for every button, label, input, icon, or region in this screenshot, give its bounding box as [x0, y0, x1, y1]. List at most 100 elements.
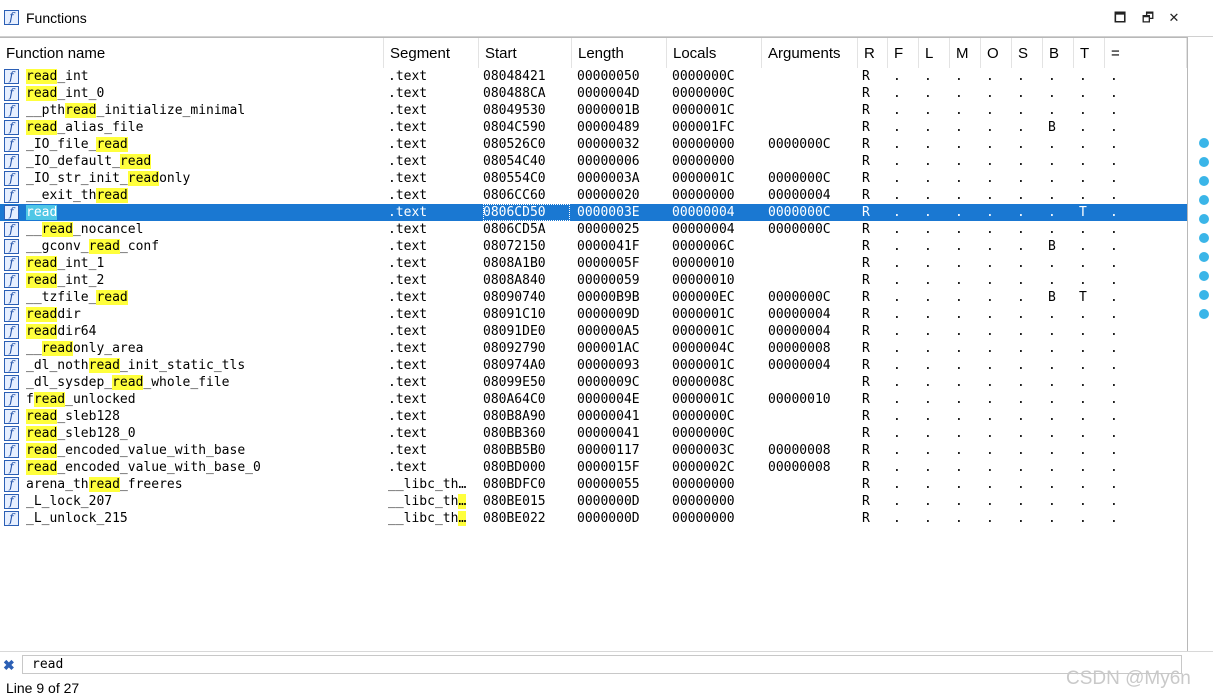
rail-dot[interactable]	[1199, 157, 1209, 167]
table-row[interactable]: f _dl_nothread_init_static_tls .text 080974…	[0, 357, 1187, 374]
flag-=: .	[1110, 86, 1118, 101]
column-header-6[interactable]: R	[858, 38, 888, 68]
name-part: _encoded_value_with_base_0	[57, 460, 261, 475]
clear-search-icon[interactable]: ✖	[3, 657, 15, 674]
column-header-9[interactable]: M	[950, 38, 981, 68]
search-match: read	[26, 443, 58, 458]
column-header-10[interactable]: O	[981, 38, 1012, 68]
segment: .text	[388, 222, 428, 237]
function-icon: f	[4, 273, 19, 288]
length: 0000009D	[577, 307, 640, 322]
locals: 0000008C	[672, 375, 735, 390]
name-part: _int_2	[57, 273, 105, 288]
column-header-14[interactable]: =	[1105, 38, 1187, 68]
rail-dot[interactable]	[1199, 138, 1209, 148]
rail-dot[interactable]	[1199, 214, 1209, 224]
table-row[interactable]: f _IO_str_init_readonly .text 080554C0 00000…	[0, 170, 1187, 187]
table-row[interactable]: f fread_unlocked .text 080A64C0 0000004E 0000…	[0, 391, 1187, 408]
restore-icon[interactable]: 🗗	[1138, 8, 1158, 28]
table-row[interactable]: f read .text 0806CD50 0000003E 00000004 000000…	[0, 204, 1187, 221]
table-row[interactable]: f read_int_1 .text 0808A1B0 0000005F 00000010…	[0, 255, 1187, 272]
table-row[interactable]: f _dl_sysdep_read_whole_file .text 08099E50…	[0, 374, 1187, 391]
table-row[interactable]: f read_int .text 08048421 00000050 0000000C R.…	[0, 68, 1187, 85]
rail-dot[interactable]	[1199, 252, 1209, 262]
column-header-5[interactable]: Arguments	[762, 38, 858, 68]
flag-B: .	[1048, 256, 1056, 271]
flag-=: .	[1110, 222, 1118, 237]
table-row[interactable]: f _L_unlock_215 __libc_th… 080BE022 0000000D…	[0, 510, 1187, 527]
flag-R: R	[862, 426, 870, 441]
flag-O: .	[986, 154, 994, 169]
column-header-2[interactable]: Start	[479, 38, 572, 68]
column-header-7[interactable]: F	[888, 38, 919, 68]
name-part: _int_1	[57, 256, 105, 271]
start-address: 08054C40	[483, 154, 546, 169]
rail-dot[interactable]	[1199, 233, 1209, 243]
start-address: 080526C0	[483, 137, 546, 152]
table-row[interactable]: f __gconv_read_conf .text 08072150 0000041F 0…	[0, 238, 1187, 255]
flag-=: .	[1110, 460, 1118, 475]
flag-M: .	[955, 205, 963, 220]
table-row[interactable]: f __readonly_area .text 08092790 000001AC 000…	[0, 340, 1187, 357]
rail-dot[interactable]	[1199, 309, 1209, 319]
table-row[interactable]: f read_alias_file .text 0804C590 00000489 000…	[0, 119, 1187, 136]
column-header-4[interactable]: Locals	[667, 38, 762, 68]
function-icon: f	[4, 443, 19, 458]
column-header-12[interactable]: B	[1043, 38, 1074, 68]
table-row[interactable]: f _L_lock_207 __libc_th… 080BE015 0000000D 00…	[0, 493, 1187, 510]
column-header-3[interactable]: Length	[572, 38, 667, 68]
table-row[interactable]: f readdir64 .text 08091DE0 000000A5 0000001C 0…	[0, 323, 1187, 340]
close-icon[interactable]: ✕	[1164, 8, 1184, 28]
search-input[interactable]	[22, 655, 1182, 674]
table-row[interactable]: f read_encoded_value_with_base_0 .text 080B…	[0, 459, 1187, 476]
column-header-1[interactable]: Segment	[384, 38, 479, 68]
function-window-icon: f	[4, 10, 19, 25]
flag-F: .	[893, 426, 901, 441]
column-header-8[interactable]: L	[919, 38, 950, 68]
table-row[interactable]: f read_encoded_value_with_base .text 080BB5…	[0, 442, 1187, 459]
flag-S: .	[1017, 69, 1025, 84]
flag-T: .	[1079, 341, 1087, 356]
function-name: _L_lock_207	[26, 493, 381, 510]
maximize-icon[interactable]: 🗖	[1110, 8, 1130, 28]
flag-B: .	[1048, 222, 1056, 237]
table-row[interactable]: f _IO_default_read .text 08054C40 00000006 00…	[0, 153, 1187, 170]
flag-T: .	[1079, 137, 1087, 152]
flag-T: .	[1079, 443, 1087, 458]
table-row[interactable]: f read_int_0 .text 080488CA 0000004D 0000000C…	[0, 85, 1187, 102]
rail-dot[interactable]	[1199, 271, 1209, 281]
rail-dot[interactable]	[1199, 290, 1209, 300]
column-header-13[interactable]: T	[1074, 38, 1105, 68]
status-line: Line 9 of 27	[6, 680, 80, 696]
column-header-11[interactable]: S	[1012, 38, 1043, 68]
table-row[interactable]: f arena_thread_freeres __libc_th… 080BDFC0 0…	[0, 476, 1187, 493]
length: 0000005F	[577, 256, 640, 271]
function-icon: f	[4, 205, 19, 220]
rail-dot[interactable]	[1199, 176, 1209, 186]
rail-dot[interactable]	[1199, 195, 1209, 205]
flag-L: .	[924, 137, 932, 152]
flag-F: .	[893, 239, 901, 254]
table-row[interactable]: f __exit_thread .text 0806CC60 00000020 00000…	[0, 187, 1187, 204]
locals: 0000003C	[672, 443, 735, 458]
start-address: 08090740	[483, 290, 546, 305]
flag-S: .	[1017, 477, 1025, 492]
table-row[interactable]: f read_sleb128 .text 080B8A90 00000041 000000…	[0, 408, 1187, 425]
arguments	[768, 255, 858, 272]
column-header-0[interactable]: Function name	[0, 38, 384, 68]
arguments	[768, 408, 858, 425]
start-address: 080488CA	[483, 86, 546, 101]
table-row[interactable]: f __pthread_initialize_minimal .text 080495…	[0, 102, 1187, 119]
segment-text: __libc_th	[388, 494, 459, 509]
table-row[interactable]: f read_int_2 .text 0808A840 00000059 00000010…	[0, 272, 1187, 289]
table-row[interactable]: f _IO_file_read .text 080526C0 00000032 00000…	[0, 136, 1187, 153]
flag-T: .	[1079, 392, 1087, 407]
table-row[interactable]: f read_sleb128_0 .text 080BB360 00000041 0000…	[0, 425, 1187, 442]
function-icon: f	[4, 103, 19, 118]
flag-M: .	[955, 392, 963, 407]
table-row[interactable]: f readdir .text 08091C10 0000009D 0000001C 000…	[0, 306, 1187, 323]
function-name: __gconv_read_conf	[26, 238, 381, 255]
flag-R: R	[862, 290, 870, 305]
table-row[interactable]: f __read_nocancel .text 0806CD5A 00000025 000…	[0, 221, 1187, 238]
table-row[interactable]: f __tzfile_read .text 08090740 00000B9B 00000…	[0, 289, 1187, 306]
